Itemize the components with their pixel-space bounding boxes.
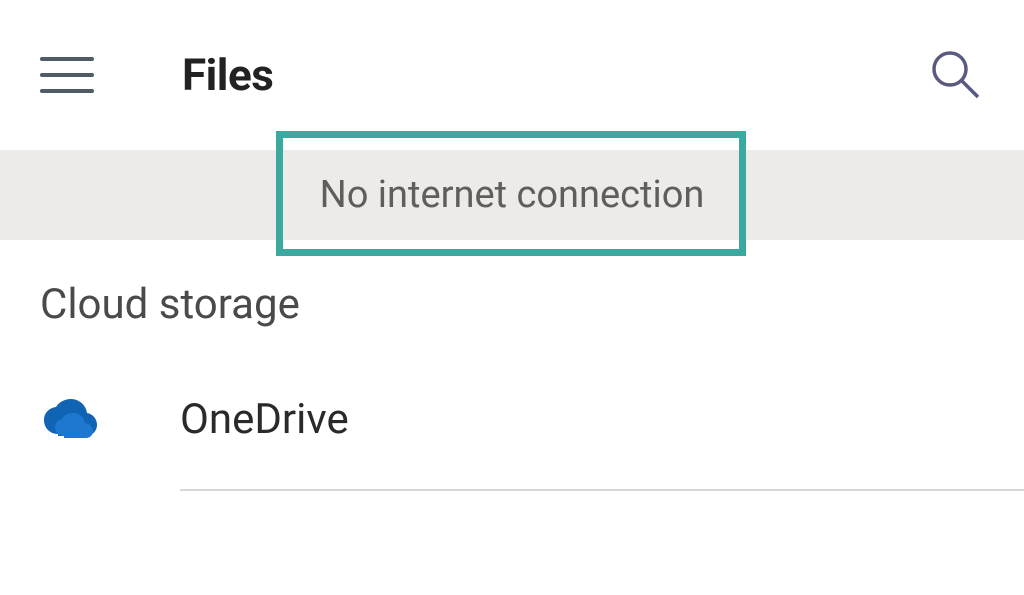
storage-label: OneDrive (180, 395, 349, 444)
page-title: Files (182, 49, 273, 101)
hamburger-line (40, 57, 94, 61)
divider (180, 489, 1024, 491)
hamburger-line (40, 73, 94, 77)
menu-button[interactable] (40, 57, 94, 93)
search-button[interactable] (928, 47, 984, 103)
onedrive-icon (40, 398, 100, 440)
hamburger-line (40, 89, 94, 93)
search-icon (928, 47, 984, 103)
banner-message: No internet connection (320, 173, 705, 217)
connection-banner: No internet connection (0, 150, 1024, 240)
section-title: Cloud storage (40, 280, 984, 329)
section-header: Cloud storage (0, 240, 1024, 349)
app-header: Files (0, 0, 1024, 150)
cloud-icon (40, 398, 100, 440)
storage-item-onedrive[interactable]: OneDrive (0, 349, 1024, 489)
